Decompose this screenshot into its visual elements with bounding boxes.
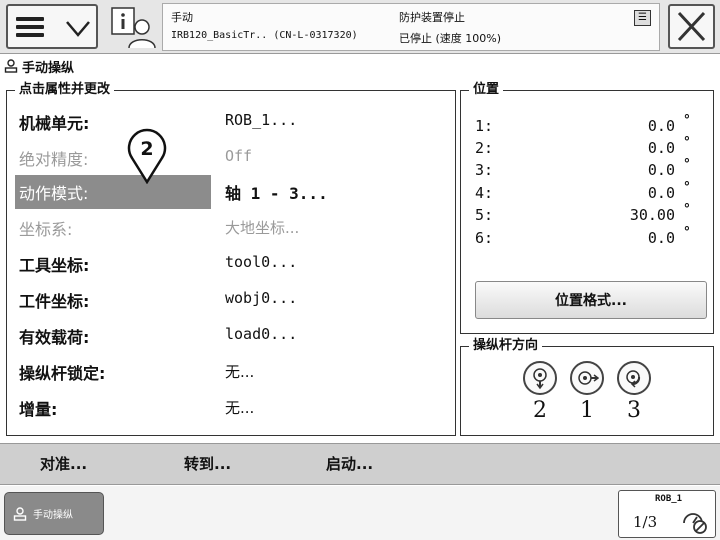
robot-unit-label: ROB_1: [655, 494, 683, 504]
degree-unit: °: [683, 202, 691, 217]
property-label: 工具坐标:: [19, 256, 90, 275]
position-format-button[interactable]: 位置格式...: [475, 281, 707, 319]
properties-group-title: 点击属性并更改: [15, 82, 115, 98]
property-mechanical-unit[interactable]: 机械单元: ROB_1...: [15, 105, 451, 137]
axis-value: 0.0: [647, 184, 675, 202]
degree-unit: °: [683, 157, 691, 172]
axis-label: 4:: [475, 184, 494, 202]
start-button[interactable]: 启动...: [326, 444, 373, 484]
axis-value: 0.0: [647, 139, 675, 157]
position-row: 1: 0.0 °: [475, 113, 691, 137]
top-bar: 手动 IRB120_BasicTr.. (CN-L-0317320) 防护装置停…: [0, 0, 720, 54]
hamburger-icon: [16, 17, 44, 37]
axis-label: 6:: [475, 229, 494, 247]
speed-disabled-icon: [683, 513, 707, 534]
property-label: 动作模式:: [19, 184, 89, 203]
properties-group: 点击属性并更改 机械单元: ROB_1... 绝对精度: Off 动作模式: 轴…: [6, 82, 456, 436]
axis-number: 3: [627, 398, 641, 423]
property-label: 有效载荷:: [19, 328, 90, 347]
taskbar-jogging-button[interactable]: 手动操纵: [4, 492, 104, 535]
degree-unit: °: [683, 180, 691, 195]
axis-number: 2: [533, 398, 547, 423]
joystick-group-title: 操纵杆方向: [469, 338, 543, 354]
vertical-axis-icon: [523, 361, 557, 395]
joystick-axis-3: 3: [614, 361, 654, 423]
property-label: 增量:: [19, 400, 58, 419]
quickset-button[interactable]: ROB_1 1/3: [618, 490, 716, 538]
bottom-bar: 手动操纵 ROB_1 1/3: [0, 486, 720, 540]
joystick-axis-2: 2: [520, 361, 560, 423]
task-fraction: 1/3: [633, 513, 658, 531]
axis-value: 30.00: [629, 206, 675, 224]
property-value: wobj0...: [225, 289, 298, 307]
axis-number: 1: [580, 398, 594, 423]
property-value: load0...: [225, 325, 298, 343]
horizontal-axis-icon: [570, 361, 604, 395]
rotation-axis-icon: [617, 361, 651, 395]
property-tool[interactable]: 工具坐标: tool0...: [15, 247, 451, 279]
property-value: 无...: [225, 363, 255, 381]
property-value: tool0...: [225, 253, 298, 271]
jog-icon: [4, 59, 18, 73]
position-row: 6: 0.0 °: [475, 225, 691, 249]
property-coordinate-system: 坐标系: 大地坐标...: [15, 211, 451, 243]
callout-number: 2: [140, 138, 153, 160]
axis-value: 0.0: [647, 161, 675, 179]
window-title: 手动操纵: [4, 55, 74, 77]
property-label: 坐标系:: [19, 220, 73, 239]
axis-label: 5:: [475, 206, 494, 224]
property-label: 绝对精度:: [19, 150, 89, 169]
callout-marker: 2: [127, 128, 167, 184]
joystick-direction-group: 操纵杆方向 2 1 3: [460, 338, 714, 436]
property-workobject[interactable]: 工件坐标: wobj0...: [15, 283, 451, 315]
property-label: 工件坐标:: [19, 292, 90, 311]
window-title-text: 手动操纵: [22, 60, 75, 76]
jog-icon: [13, 506, 27, 521]
property-value: ROB_1...: [225, 111, 298, 129]
chevron-down-icon: [66, 21, 90, 37]
property-value: 大地坐标...: [225, 219, 300, 237]
run-state: 已停止 (速度 100%): [399, 32, 502, 45]
property-joystick-lock[interactable]: 操纵杆锁定: 无...: [15, 355, 451, 387]
axis-value: 0.0: [647, 229, 675, 247]
position-row: 3: 0.0 °: [475, 157, 691, 181]
position-group-title: 位置: [469, 82, 504, 98]
safety-state: 防护装置停止: [399, 11, 465, 24]
axis-label: 2:: [475, 139, 494, 157]
axis-label: 1:: [475, 117, 494, 135]
property-value: 轴 1 - 3...: [225, 184, 328, 203]
property-label: 操纵杆锁定:: [19, 364, 106, 383]
position-row: 2: 0.0 °: [475, 135, 691, 159]
close-icon: [677, 11, 706, 42]
operation-mode: 手动: [171, 11, 193, 24]
axis-value: 0.0: [647, 117, 675, 135]
degree-unit: °: [683, 113, 691, 128]
property-increment[interactable]: 增量: 无...: [15, 391, 451, 423]
goto-button[interactable]: 转到...: [184, 444, 231, 484]
main-menu-button[interactable]: [6, 4, 98, 49]
status-info-icon[interactable]: [108, 5, 158, 49]
property-value: 无...: [225, 399, 255, 417]
system-name: IRB120_BasicTr.. (CN-L-0317320): [171, 30, 358, 41]
degree-unit: °: [683, 135, 691, 150]
degree-unit: °: [683, 225, 691, 240]
property-payload[interactable]: 有效载荷: load0...: [15, 319, 451, 351]
action-bar: 对准... 转到... 启动...: [0, 443, 720, 485]
position-row: 4: 0.0 °: [475, 180, 691, 204]
align-button[interactable]: 对准...: [40, 444, 87, 484]
status-panel[interactable]: 手动 IRB120_BasicTr.. (CN-L-0317320) 防护装置停…: [162, 3, 660, 51]
axis-label: 3:: [475, 161, 494, 179]
status-indicator-icon: ☰: [634, 10, 651, 26]
property-label: 机械单元:: [19, 114, 90, 133]
position-group: 位置 1: 0.0 ° 2: 0.0 ° 3: 0.0 ° 4: 0.0 ° 5…: [460, 82, 714, 334]
property-value: Off: [225, 147, 253, 165]
taskbar-label: 手动操纵: [33, 510, 73, 521]
close-button[interactable]: [668, 4, 715, 49]
property-absolute-accuracy: 绝对精度: Off: [15, 141, 451, 173]
property-motion-mode[interactable]: 动作模式: 轴 1 - 3...: [15, 175, 451, 209]
joystick-axis-1: 1: [567, 361, 607, 423]
position-row: 5: 30.00 °: [475, 202, 691, 226]
